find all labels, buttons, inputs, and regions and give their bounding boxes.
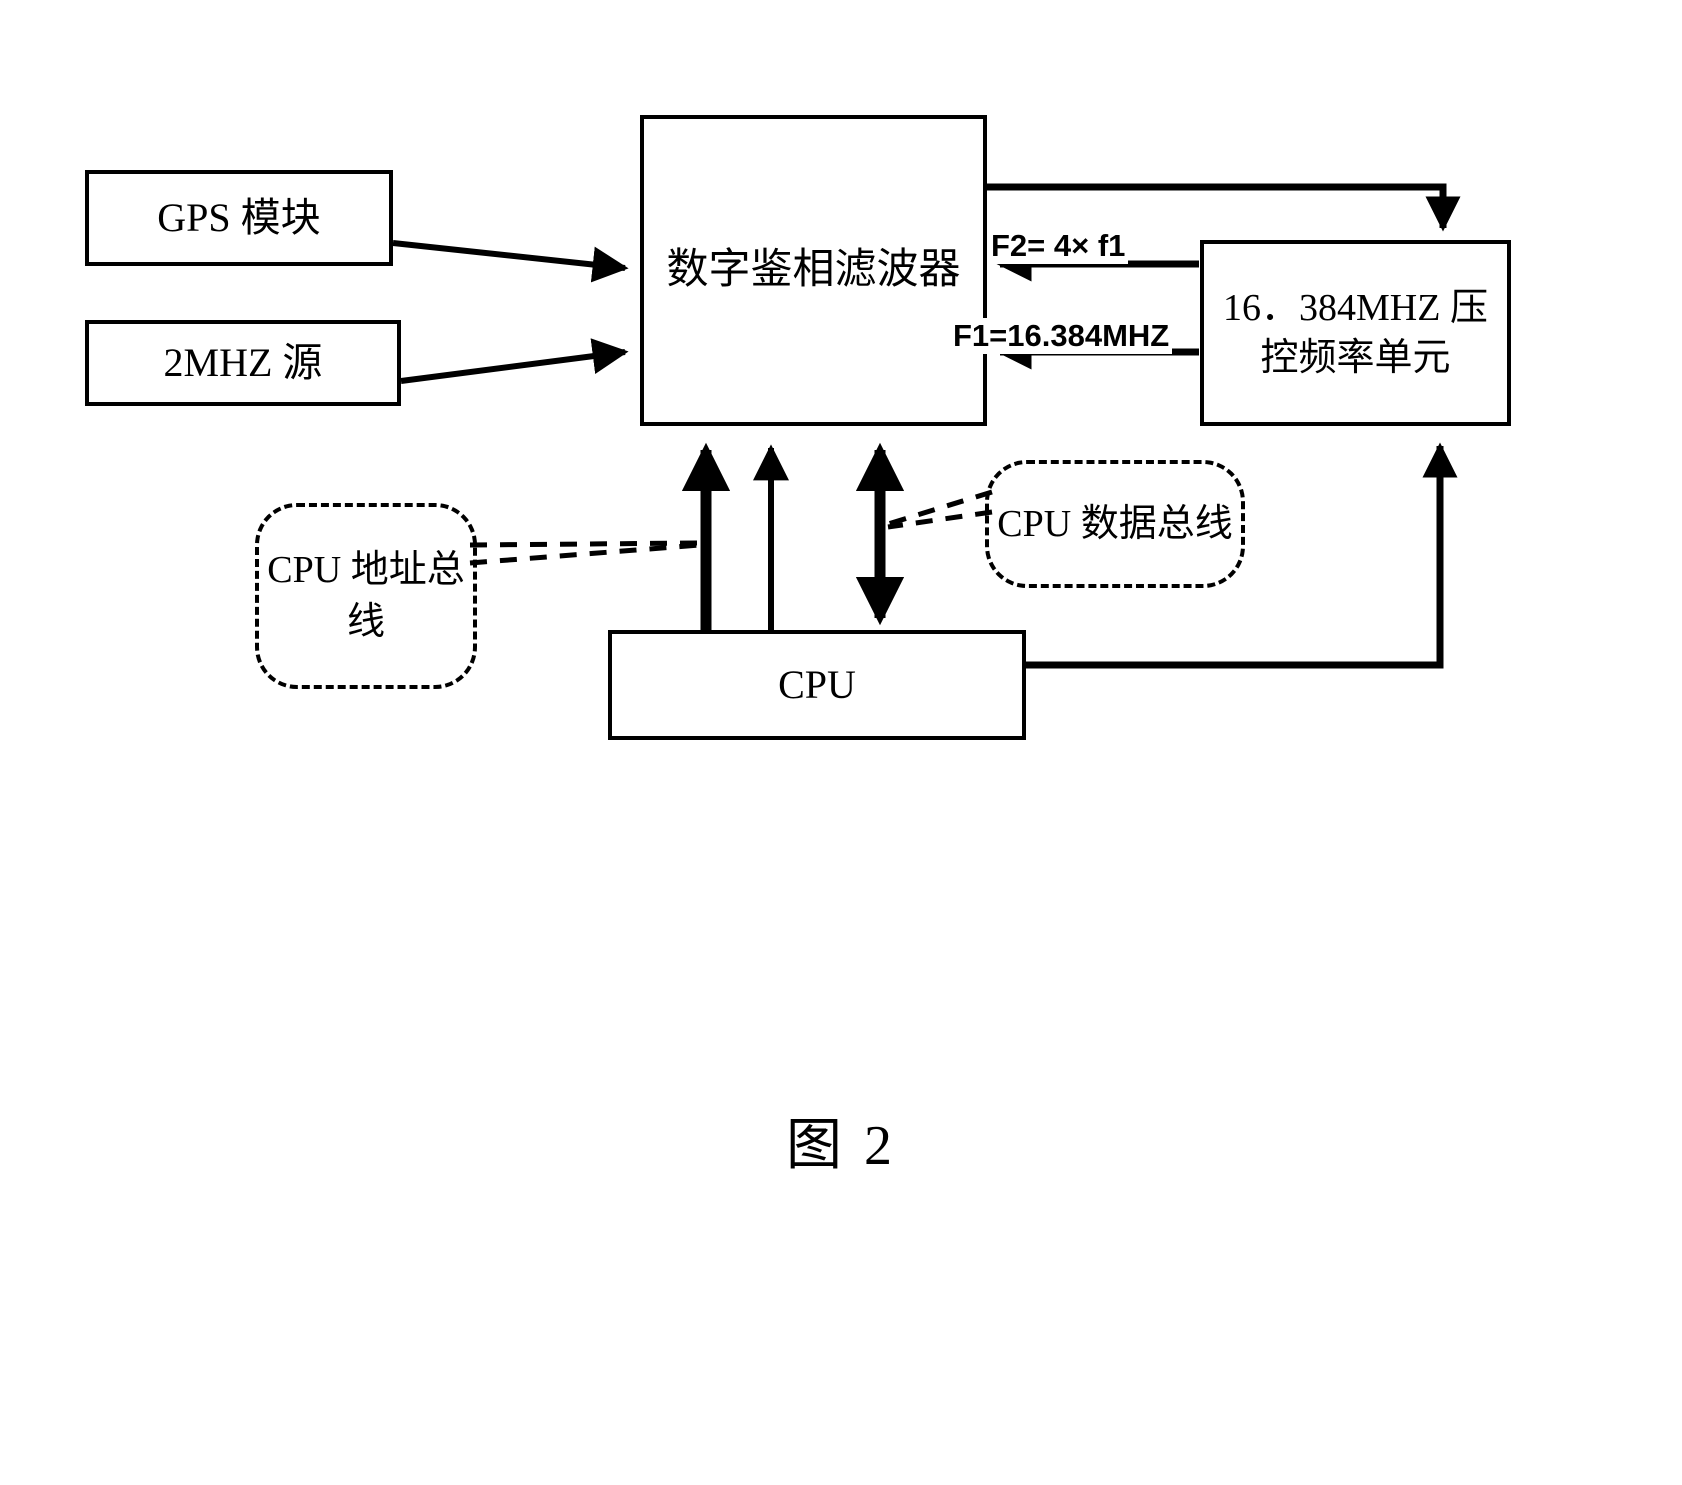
callout-cpu-address-bus: CPU 地址总线: [255, 503, 477, 689]
edge-label-f2: F2= 4× f1: [988, 228, 1129, 264]
block-gps-module: GPS 模块: [85, 170, 393, 266]
callout-cpu-data-bus: CPU 数据总线: [985, 460, 1245, 588]
block-2mhz-source-label: 2MHZ 源: [163, 339, 323, 385]
block-vco-frequency-unit: 16．384MHZ 压控频率单元: [1200, 240, 1511, 426]
connector-filter-to-vco: [987, 183, 1461, 232]
connector-gps-to-filter: [392, 240, 629, 283]
callout-cpu-address-bus-label: CPU 地址总线: [267, 548, 465, 643]
block-cpu: CPU: [608, 630, 1026, 740]
block-2mhz-source: 2MHZ 源: [85, 320, 401, 406]
block-cpu-label: CPU: [778, 661, 856, 707]
connector-source-to-filter: [400, 338, 629, 384]
edge-label-f1: F1=16.384MHZ: [950, 318, 1173, 354]
figure-caption: 图 2: [786, 1115, 896, 1177]
figure-diagram: GPS 模块 2MHZ 源 数字鉴相滤波器 16．384MHZ 压控频率单元 C…: [0, 0, 1682, 1485]
block-vco-frequency-unit-label: 16．384MHZ 压控频率单元: [1223, 286, 1488, 379]
block-gps-module-label: GPS 模块: [157, 194, 321, 240]
block-digital-phase-filter-label: 数字鉴相滤波器: [666, 246, 961, 293]
block-digital-phase-filter: 数字鉴相滤波器: [640, 115, 987, 426]
callout-cpu-data-bus-label: CPU 数据总线: [997, 502, 1233, 545]
